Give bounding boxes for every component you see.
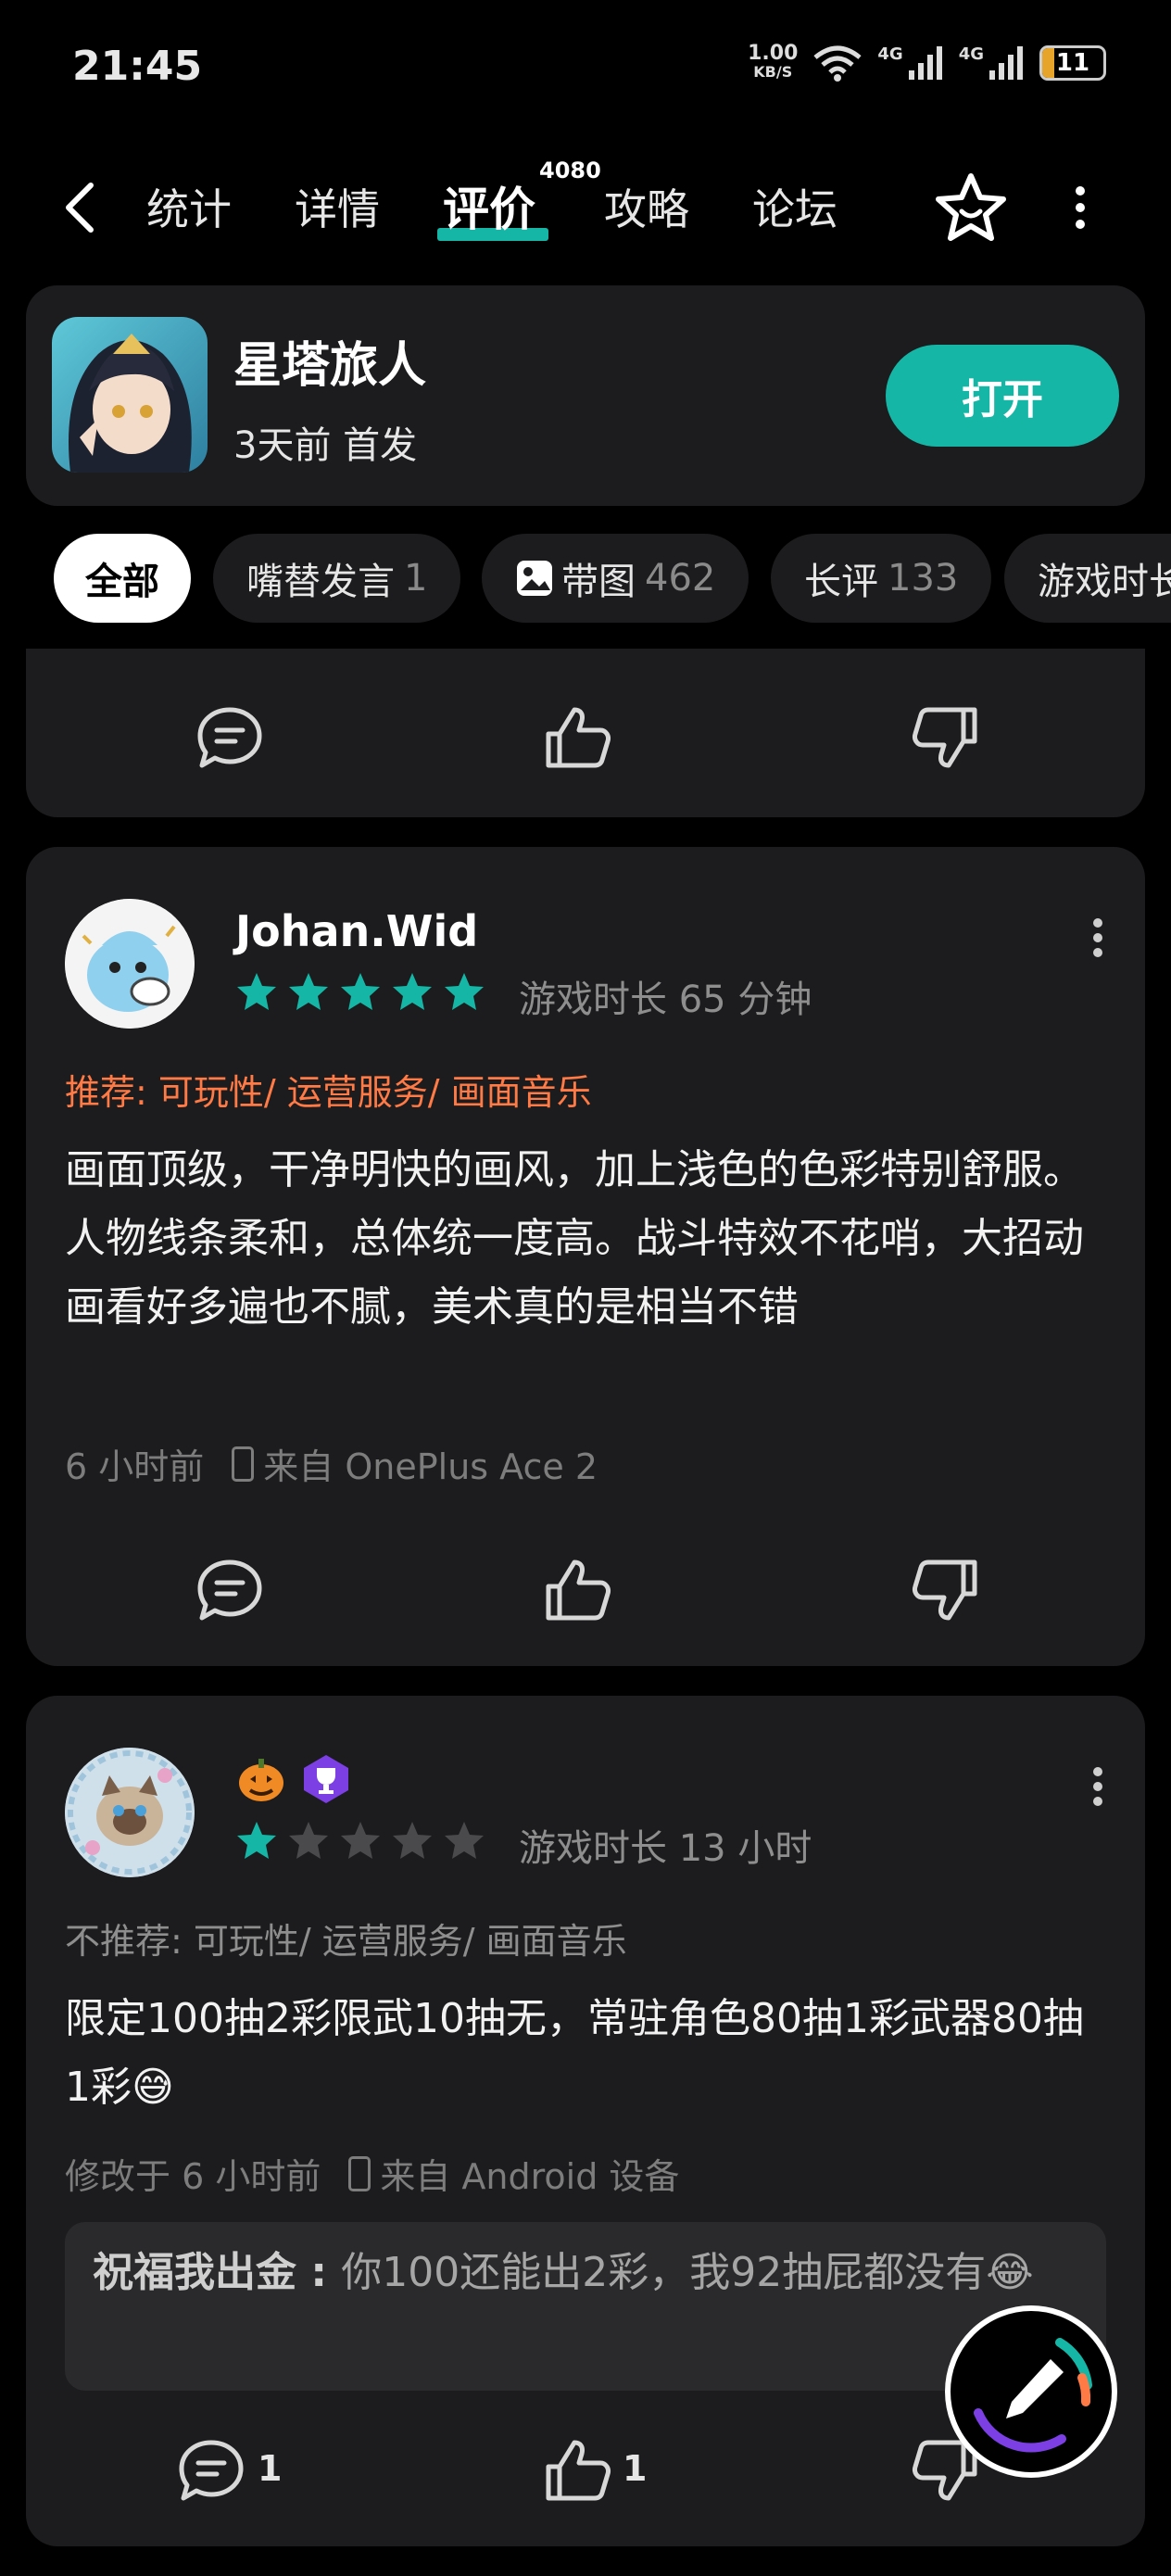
tab-guides[interactable]: 攻略 <box>604 176 689 237</box>
pumpkin-icon <box>239 1759 283 1801</box>
status-time: 21:45 <box>72 43 203 90</box>
playtime: 游戏时长 65 分钟 <box>519 979 812 1021</box>
signal-label: 4G <box>958 44 984 64</box>
tab-details[interactable]: 详情 <box>295 176 380 237</box>
filter-label: 嘴替发言 <box>246 561 395 603</box>
avatar[interactable] <box>65 899 195 1029</box>
review-time: 6 小时前 <box>65 1446 205 1487</box>
star-empty-icon <box>393 1822 432 1859</box>
thumbs-up-icon[interactable] <box>543 2437 613 2504</box>
like-count: 1 <box>623 2448 648 2489</box>
reply-author[interactable]: 祝福我出金 <box>93 2249 296 2296</box>
rating-stars <box>235 1820 485 1861</box>
review-count-badge: 4080 <box>539 158 601 183</box>
more-options-icon[interactable] <box>1091 1766 1104 1807</box>
wifi-icon <box>813 45 862 82</box>
signal-label: 4G <box>877 44 903 64</box>
review-body[interactable]: 画面顶级，干净明快的画风，加上浅色的色彩特别舒服。人物线条柔和，总体统一度高。战… <box>65 1136 1102 1342</box>
filter-chip-mouthpiece[interactable]: 嘴替发言 1 <box>213 534 461 623</box>
review-device: 来自 Android 设备 <box>380 2156 680 2197</box>
comment-count: 1 <box>258 2448 283 2489</box>
game-icon[interactable] <box>52 317 208 473</box>
phone-icon <box>232 1446 255 1482</box>
star-filled-icon <box>393 973 432 1010</box>
filter-label: 全部 <box>85 561 159 603</box>
star-empty-icon <box>341 1822 380 1859</box>
net-speed: 1.00 KB/S <box>748 44 798 82</box>
signal-icon: 4G <box>959 44 1025 82</box>
trophy-badge-icon <box>304 1755 348 1803</box>
filter-chip-all[interactable]: 全部 <box>54 534 191 623</box>
filter-chip-playtime[interactable]: 游戏时长 <box>1004 534 1171 623</box>
star-filled-icon <box>341 973 380 1010</box>
star-empty-icon <box>289 1822 328 1859</box>
write-review-button[interactable] <box>945 2305 1117 2478</box>
tab-reviews[interactable]: 评价 <box>443 172 535 239</box>
username[interactable]: Johan.Wid <box>235 906 478 956</box>
filter-count: 462 <box>645 557 716 600</box>
thumbs-up-icon[interactable] <box>543 704 613 771</box>
star-empty-icon <box>445 1822 484 1859</box>
filter-label: 长评 <box>804 561 878 603</box>
review-body[interactable]: 限定100抽2彩限武10抽无，常驻角色80抽1彩武器80抽1彩😅 <box>65 1985 1102 2122</box>
filter-chip-with-images[interactable]: 带图 462 <box>482 534 749 623</box>
tab-stats[interactable]: 统计 <box>146 176 232 237</box>
review-card: Johan.Wid 游戏时长 65 分钟 推荐: 可玩性/ 运营服务/ 画面音乐… <box>26 847 1145 1666</box>
avatar[interactable] <box>65 1748 195 1877</box>
star-filled-icon <box>237 973 276 1010</box>
star-filled-icon <box>289 973 328 1010</box>
review-device: 来自 OnePlus Ace 2 <box>263 1446 598 1487</box>
battery-icon: 11 <box>1039 45 1106 81</box>
review-meta: 修改于 6 小时前 来自 Android 设备 <box>65 2148 679 2199</box>
user-badges <box>235 1753 352 1805</box>
net-speed-value: 1.00 <box>748 42 799 65</box>
star-filled-icon <box>445 973 484 1010</box>
more-options-icon[interactable] <box>1073 185 1088 230</box>
thumbs-down-icon[interactable] <box>910 704 980 771</box>
comment-icon[interactable] <box>176 2437 246 2504</box>
rating-stars <box>235 971 485 1012</box>
battery-level: 11 <box>1055 49 1090 77</box>
filter-count: 1 <box>404 557 428 600</box>
comment-icon[interactable] <box>195 704 265 771</box>
thumbs-down-icon[interactable] <box>910 1557 980 1623</box>
pencil-icon <box>974 2338 1092 2453</box>
star-filled-icon <box>237 1822 276 1859</box>
open-game-button[interactable]: 打开 <box>886 345 1119 447</box>
thumbs-up-icon[interactable] <box>543 1557 613 1623</box>
phone-icon <box>348 2155 371 2191</box>
reply-text: 祝福我出金 : 你100还能出2彩，我92抽屁都没有😂 <box>93 2249 1034 2296</box>
comment-icon[interactable] <box>195 1557 265 1623</box>
review-time: 修改于 6 小时前 <box>65 2156 321 2197</box>
playtime: 游戏时长 13 小时 <box>519 1827 812 1870</box>
image-icon <box>517 561 552 596</box>
status-icons: 1.00 KB/S 4G 4G 11 <box>748 44 1106 82</box>
game-title: 星塔旅人 <box>233 338 427 394</box>
filter-label: 游戏时长 <box>1038 561 1171 603</box>
reply-content: 你100还能出2彩，我92抽屁都没有😂 <box>341 2249 1034 2296</box>
net-speed-unit: KB/S <box>753 63 793 81</box>
more-options-icon[interactable] <box>1091 917 1104 958</box>
filter-chip-long-reviews[interactable]: 长评 133 <box>771 534 992 623</box>
recommend-tags: 不推荐: 可玩性/ 运营服务/ 画面音乐 <box>65 1921 627 1962</box>
recommend-tags: 推荐: 可玩性/ 运营服务/ 画面音乐 <box>65 1072 592 1113</box>
star-favorite-icon[interactable] <box>934 172 1008 243</box>
tab-forum[interactable]: 论坛 <box>752 176 837 237</box>
signal-icon: 4G <box>877 44 943 82</box>
back-icon[interactable] <box>61 180 98 235</box>
filter-count: 133 <box>888 557 959 600</box>
review-meta: 6 小时前 来自 OnePlus Ace 2 <box>65 1438 598 1489</box>
filter-label: 带图 <box>561 561 636 603</box>
game-release-info: 3天前 首发 <box>233 424 418 467</box>
review-card-partial <box>26 649 1145 817</box>
